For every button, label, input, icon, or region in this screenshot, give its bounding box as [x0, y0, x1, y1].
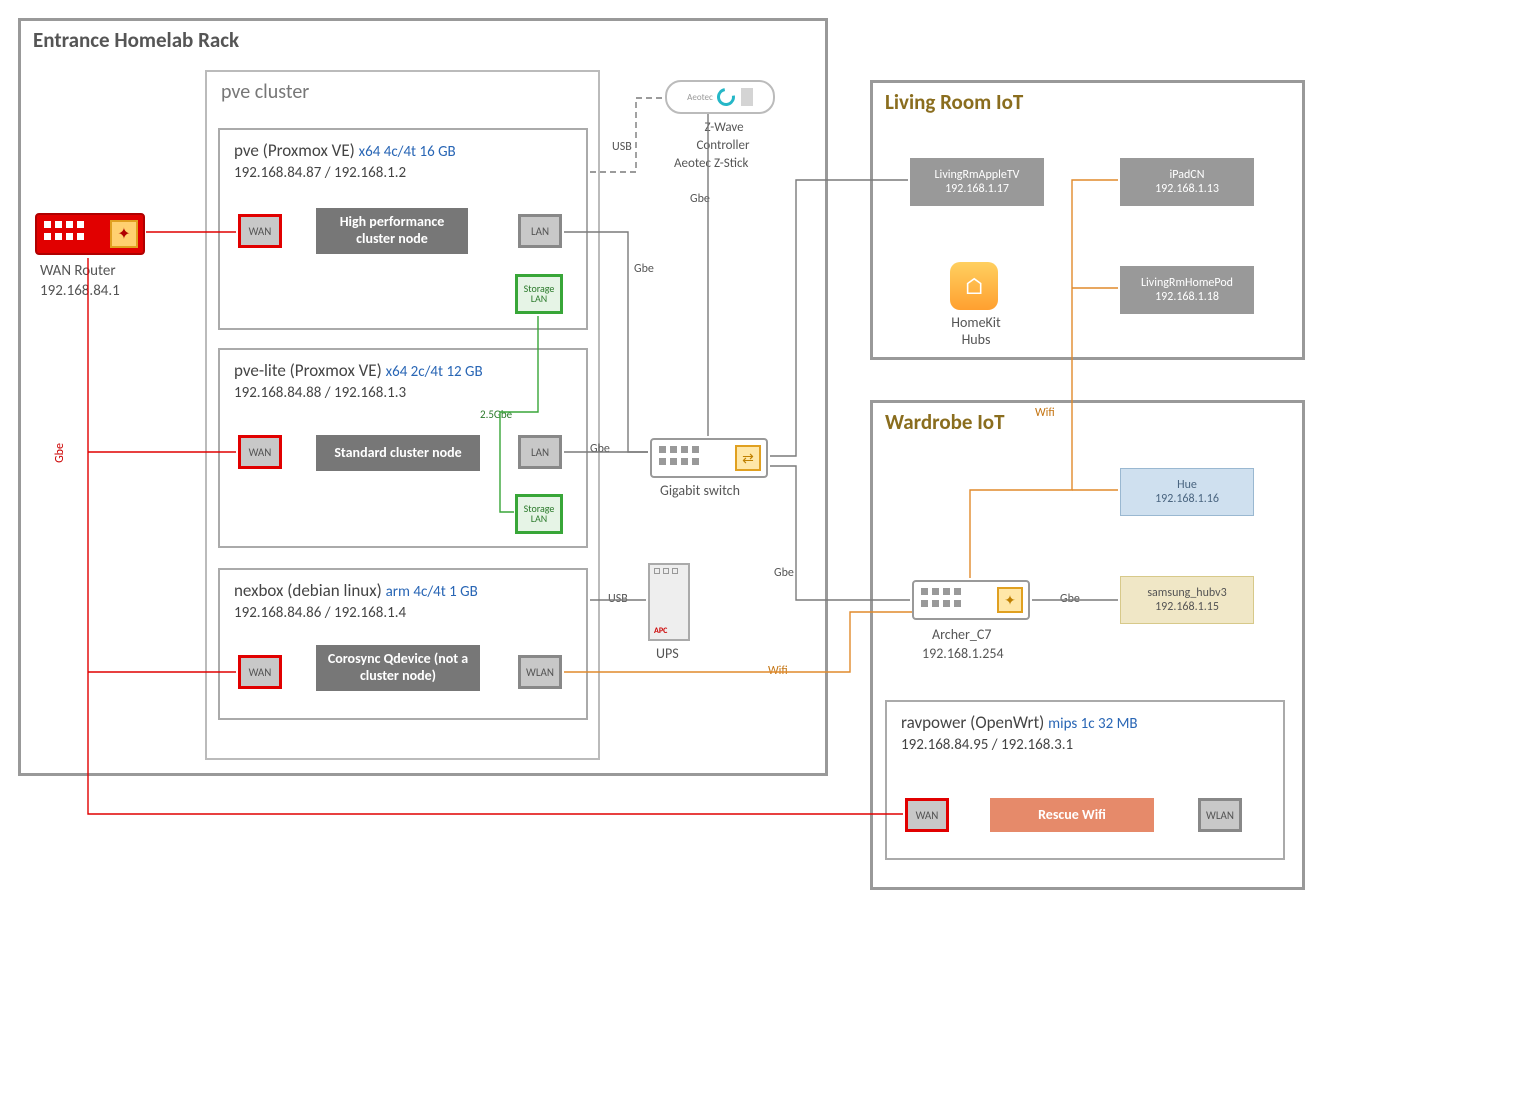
- nexbox-wan-port: WAN: [238, 655, 282, 689]
- wan-router-icon: ✦: [35, 213, 145, 255]
- region-title: Entrance Homelab Rack: [33, 27, 239, 53]
- dev-ipad: iPadCN192.168.1.13: [1120, 158, 1254, 206]
- lbl-wifi-arc: Wifi: [768, 664, 788, 678]
- archer-icon: ✦: [912, 580, 1030, 620]
- switch-label: Gigabit switch: [660, 482, 740, 499]
- wan-router-ip: 192.168.84.1: [40, 282, 120, 300]
- host-ravpower: ravpower (OpenWrt) mips 1c 32 MB 192.168…: [885, 700, 1285, 860]
- rav-spec: mips 1c 32 MB: [1048, 715, 1137, 733]
- lbl-gbe-sw2: Gbe: [774, 566, 794, 580]
- appletv-name: LivingRmAppleTV: [935, 168, 1020, 182]
- host-pve-title: pve (Proxmox VE) x64 4c/4t 16 GB: [234, 140, 456, 161]
- nexbox-spec: arm 4c/4t 1 GB: [386, 583, 478, 601]
- ups-icon: APC: [648, 563, 690, 641]
- dev-appletv: LivingRmAppleTV192.168.1.17: [910, 158, 1044, 206]
- rav-wlan-port: WLAN: [1198, 798, 1242, 832]
- pvelite-lan-port: LAN: [518, 435, 562, 469]
- pvelite-role: Standard cluster node: [316, 435, 480, 471]
- nexbox-ip: 192.168.84.86 / 192.168.1.4: [234, 604, 406, 622]
- archer-name: Archer_C7: [932, 626, 991, 643]
- dev-samsung: samsung_hubv3192.168.1.15: [1120, 576, 1254, 624]
- ups-label: UPS: [656, 645, 679, 662]
- ipad-name: iPadCN: [1170, 168, 1205, 182]
- rav-ip: 192.168.84.95 / 192.168.3.1: [901, 736, 1073, 754]
- zwave-l2: Controller: [688, 138, 758, 153]
- diagram-canvas: Entrance Homelab Rack ✦ WAN Router 192.1…: [0, 0, 1539, 1095]
- dev-homepod: LivingRmHomePod192.168.1.18: [1120, 266, 1254, 314]
- pve-ip: 192.168.84.87 / 192.168.1.2: [234, 164, 406, 182]
- nexbox-title: nexbox (debian linux) arm 4c/4t 1 GB: [234, 580, 478, 601]
- cluster-title: pve cluster: [221, 80, 309, 104]
- rav-name: ravpower (OpenWrt): [901, 712, 1044, 733]
- pve-role: High performance cluster node: [316, 208, 468, 254]
- pvelite-title: pve-lite (Proxmox VE) x64 2c/4t 12 GB: [234, 360, 483, 381]
- appletv-ip: 192.168.1.17: [945, 182, 1009, 196]
- host-nexbox: nexbox (debian linux) arm 4c/4t 1 GB 192…: [218, 568, 588, 720]
- wan-router-label: WAN Router: [40, 262, 116, 280]
- ipad-ip: 192.168.1.13: [1155, 182, 1219, 196]
- pve-lan-port: LAN: [518, 214, 562, 248]
- nexbox-role: Corosync Qdevice (not a cluster node): [316, 645, 480, 691]
- lbl-gbe-mid: Gbe: [634, 262, 654, 276]
- wardrobe-title: Wardrobe IoT: [885, 409, 1005, 435]
- nexbox-name: nexbox (debian linux): [234, 580, 382, 601]
- zwave-stick-icon: Aeotec: [665, 80, 775, 114]
- homekit-icon: ⌂: [950, 262, 998, 310]
- rav-title: ravpower (OpenWrt) mips 1c 32 MB: [901, 712, 1138, 733]
- dev-hue: Hue192.168.1.16: [1120, 468, 1254, 516]
- lbl-usb-ups: USB: [608, 592, 628, 606]
- st-name: samsung_hubv3: [1147, 586, 1226, 600]
- pve-wan-port: WAN: [238, 214, 282, 248]
- hue-name: Hue: [1177, 478, 1197, 492]
- pvelite-ip: 192.168.84.88 / 192.168.1.3: [234, 384, 406, 402]
- lbl-25gbe: 2.5Gbe: [480, 408, 512, 421]
- st-ip: 192.168.1.15: [1155, 600, 1219, 614]
- zwave-l1: Z-Wave: [694, 120, 754, 135]
- zwave-l3: Aeotec Z-Stick: [674, 156, 748, 171]
- lbl-gbe-top: Gbe: [690, 192, 710, 206]
- pve-storage-port: Storage LAN: [515, 274, 563, 314]
- archer-ip: 192.168.1.254: [922, 645, 1004, 662]
- homepod-ip: 192.168.1.18: [1155, 290, 1219, 304]
- lbl-gbe-wan: Gbe: [53, 443, 67, 463]
- lbl-gbe-sw: Gbe: [590, 442, 610, 456]
- homekit-label: HomeKit Hubs: [946, 314, 1006, 348]
- gigabit-switch-icon: ⇄: [650, 438, 768, 478]
- lbl-wifi-top: Wifi: [1035, 406, 1055, 420]
- lbl-usb: USB: [612, 140, 632, 154]
- nexbox-wlan-port: WLAN: [518, 655, 562, 689]
- living-title: Living Room IoT: [885, 89, 1023, 115]
- pvelite-storage-port: Storage LAN: [515, 494, 563, 534]
- pve-spec: x64 4c/4t 16 GB: [359, 143, 456, 161]
- lbl-gbe-archer: Gbe: [1060, 592, 1080, 606]
- pvelite-wan-port: WAN: [238, 435, 282, 469]
- hue-ip: 192.168.1.16: [1155, 492, 1219, 506]
- pve-name: pve (Proxmox VE): [234, 140, 355, 161]
- rav-wan-port: WAN: [905, 798, 949, 832]
- pvelite-name: pve-lite (Proxmox VE): [234, 360, 382, 381]
- homepod-name: LivingRmHomePod: [1141, 276, 1233, 290]
- rav-role: Rescue Wifi: [990, 798, 1154, 832]
- pvelite-spec: x64 2c/4t 12 GB: [386, 363, 483, 381]
- region-living: Living Room IoT: [870, 80, 1305, 360]
